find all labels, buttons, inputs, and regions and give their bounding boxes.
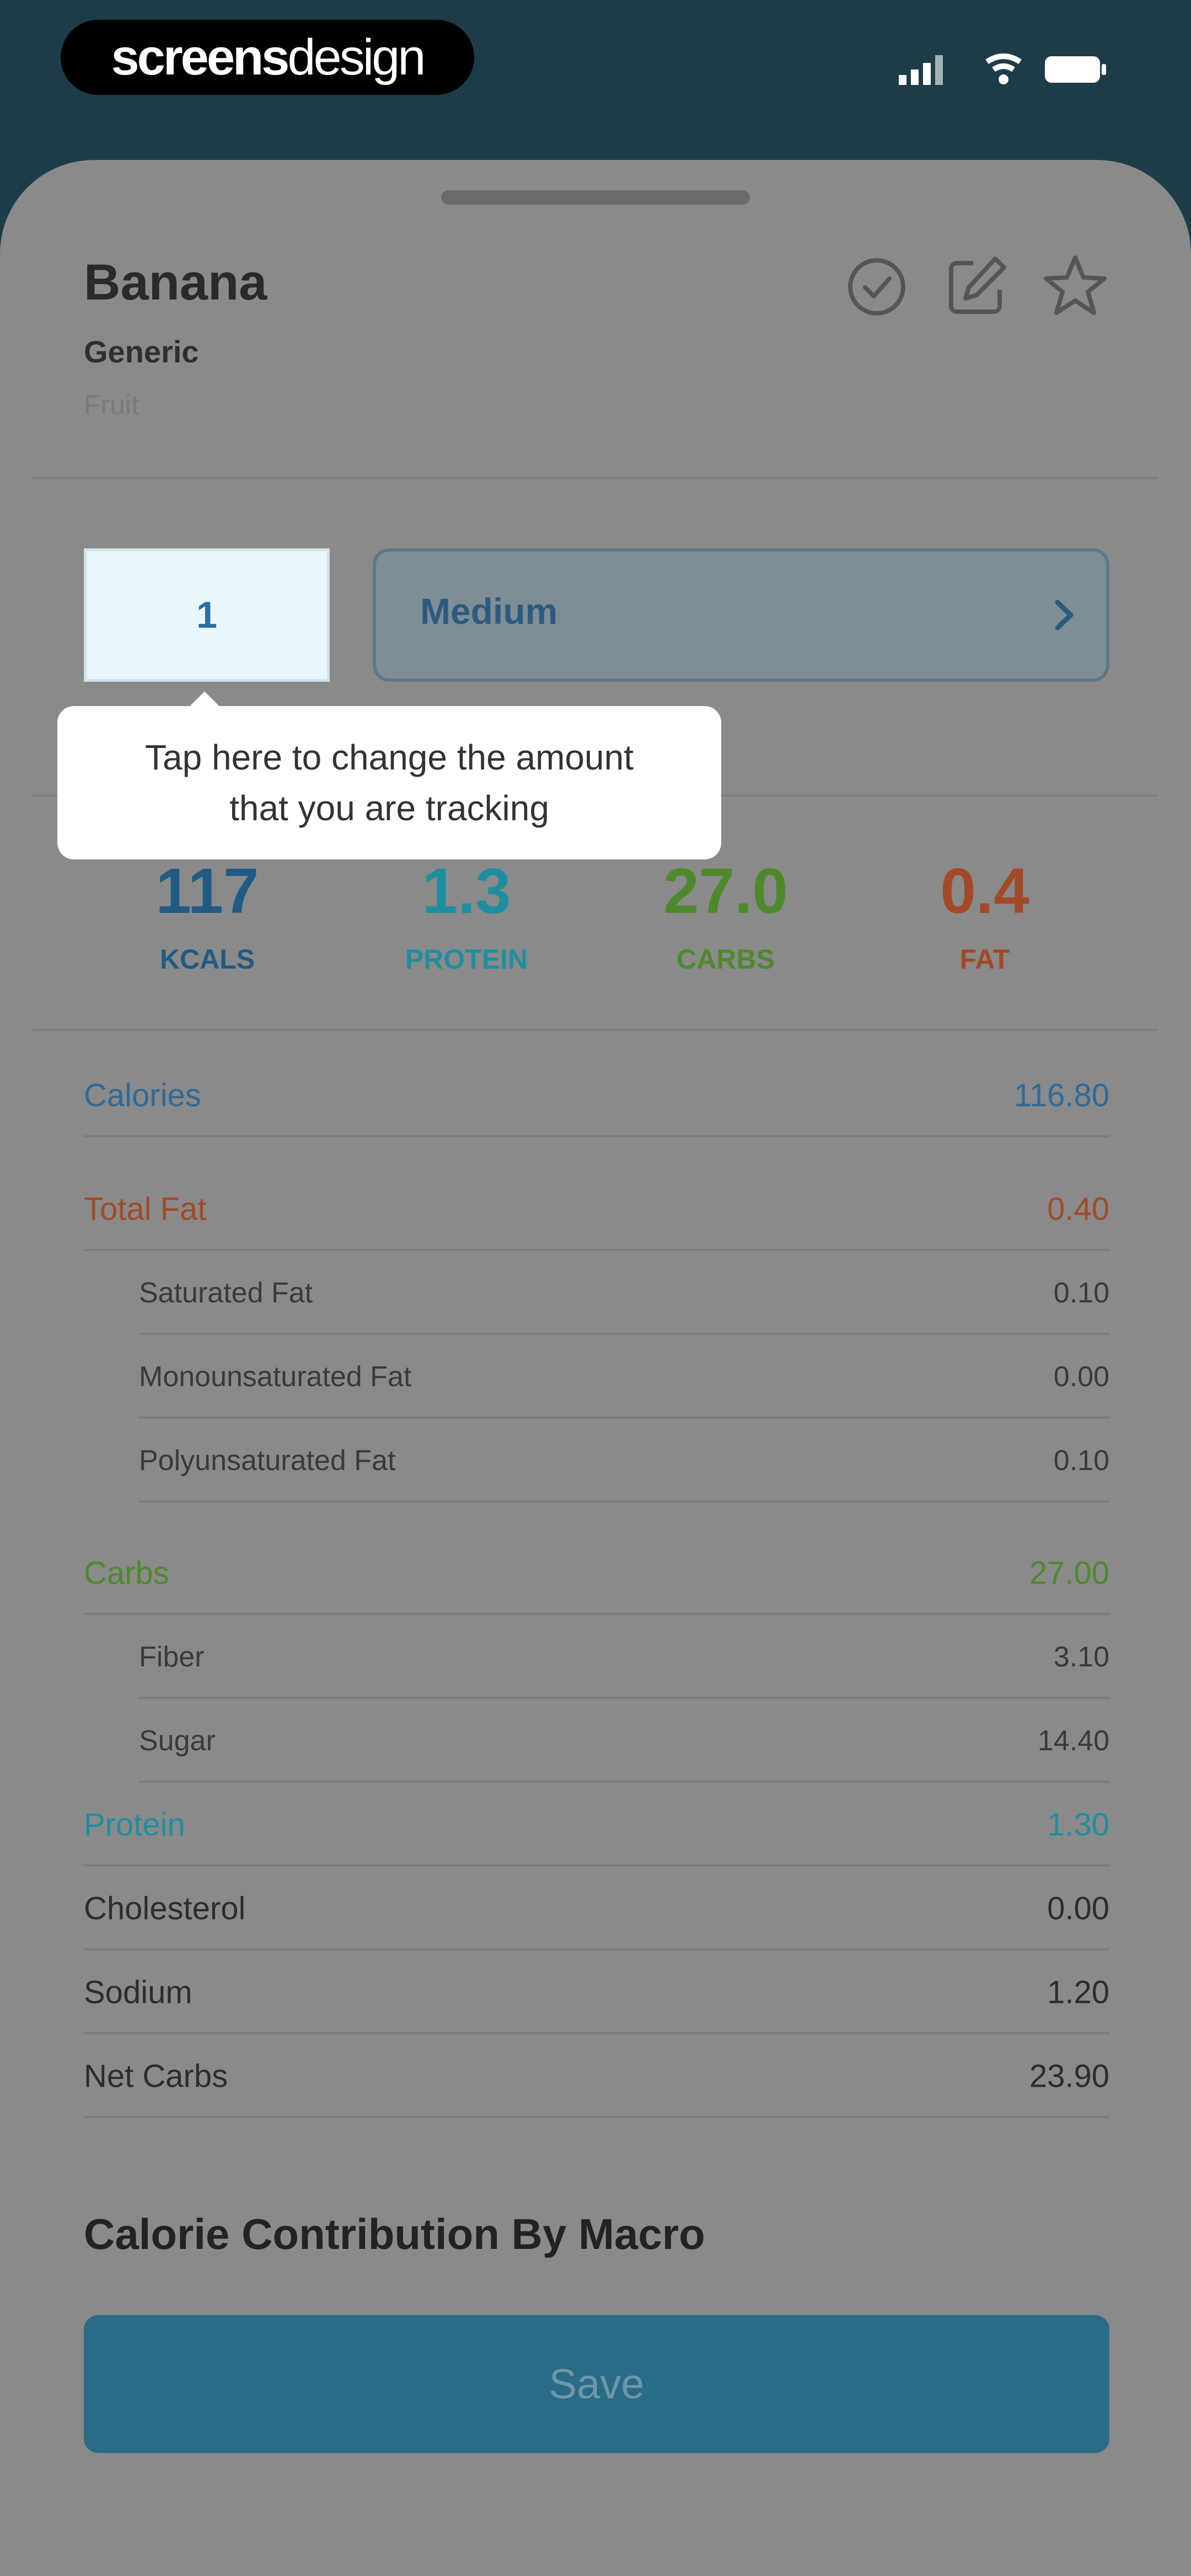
macro-kcals: 117 KCALS: [92, 849, 323, 975]
food-name: Banana: [84, 254, 267, 311]
nutrition-value: 0.00: [1047, 1890, 1109, 1927]
nutrition-label: Cholesterol: [84, 1890, 246, 1927]
nutrition-value: 3.10: [1053, 1641, 1109, 1673]
nutrition-row-calories: Calories 116.80: [84, 1054, 1109, 1137]
save-button[interactable]: Save: [84, 2315, 1109, 2453]
nutrition-label: Saturated Fat: [139, 1277, 313, 1309]
food-detail-sheet: Banana Generic Fruit 1 Medium 117 KCALS …: [0, 160, 1191, 2576]
chevron-right-icon: [1055, 600, 1074, 630]
nutrition-row-protein: Protein 1.30: [84, 1783, 1109, 1867]
nutrition-label: Calories: [84, 1077, 201, 1114]
serving-size-selector[interactable]: Medium: [373, 548, 1109, 682]
amount-tooltip[interactable]: Tap here to change the amount that you a…: [57, 706, 721, 859]
nutrition-value: 1.20: [1047, 1974, 1109, 2011]
calorie-contribution-title: Calorie Contribution By Macro: [84, 2210, 705, 2258]
nutrition-label: Sugar: [139, 1725, 216, 1757]
nutrition-row-monounsaturated-fat: Monounsaturated Fat 0.00: [84, 1335, 1109, 1419]
nutrition-row-sugar: Sugar 14.40: [84, 1699, 1109, 1783]
check-circle-icon[interactable]: [841, 251, 913, 323]
macro-value: 117: [155, 855, 259, 927]
nutrition-value: 14.40: [1037, 1725, 1109, 1757]
nutrition-label: Carbs: [84, 1555, 169, 1591]
screensdesign-logo: screens design: [61, 20, 474, 95]
macro-value: 27.0: [663, 855, 788, 927]
star-icon[interactable]: [1039, 251, 1111, 323]
sheet-drag-handle[interactable]: [441, 190, 750, 205]
nutrition-value: 0.10: [1053, 1277, 1109, 1309]
macro-label: KCALS: [159, 944, 255, 975]
amount-input[interactable]: 1: [84, 548, 330, 682]
nutrition-value: 116.80: [1013, 1077, 1109, 1114]
nutrition-row-total-fat: Total Fat 0.40: [84, 1167, 1109, 1251]
cellular-signal-icon: [899, 55, 943, 85]
nutrition-value: 0.00: [1053, 1361, 1109, 1393]
macro-value: 1.3: [422, 855, 511, 927]
nutrition-row-cholesterol: Cholesterol 0.00: [84, 1867, 1109, 1950]
nutrition-row-sodium: Sodium 1.20: [84, 1950, 1109, 2034]
macros-divider: [33, 1029, 1158, 1031]
macro-label: PROTEIN: [405, 944, 528, 975]
nutrition-row-carbs: Carbs 27.00: [84, 1531, 1109, 1615]
macro-value: 0.4: [940, 855, 1029, 927]
food-category: Fruit: [84, 389, 139, 420]
nutrition-label: Total Fat: [84, 1191, 207, 1227]
status-icons: [899, 54, 1106, 85]
logo-text-part1: screens: [111, 29, 290, 85]
macro-label: CARBS: [677, 944, 775, 975]
macro-label: FAT: [959, 944, 1010, 975]
nutrition-value: 0.40: [1047, 1191, 1109, 1227]
header-divider: [33, 477, 1158, 479]
wifi-icon: [985, 54, 1022, 84]
logo-text-part2: design: [287, 29, 426, 85]
nutrition-row-fiber: Fiber 3.10: [84, 1615, 1109, 1699]
battery-icon: [1045, 56, 1106, 83]
macro-protein: 1.3 PROTEIN: [351, 849, 582, 975]
nutrition-value: 1.30: [1047, 1807, 1109, 1843]
tooltip-line-1: Tap here to change the amount: [145, 737, 634, 777]
nutrition-label: Sodium: [84, 1974, 192, 2011]
nutrition-value: 0.10: [1053, 1445, 1109, 1477]
nutrition-label: Protein: [84, 1807, 185, 1843]
nutrition-row-net-carbs: Net Carbs 23.90: [84, 2034, 1109, 2118]
nutrition-value: 27.00: [1029, 1555, 1109, 1591]
food-brand: Generic: [84, 334, 199, 369]
nutrition-value: 23.90: [1029, 2058, 1109, 2094]
nutrition-row-saturated-fat: Saturated Fat 0.10: [84, 1251, 1109, 1335]
macro-fat: 0.4 FAT: [869, 849, 1101, 975]
nutrition-label: Net Carbs: [84, 2058, 228, 2094]
nutrition-row-polyunsaturated-fat: Polyunsaturated Fat 0.10: [84, 1419, 1109, 1503]
macro-carbs: 27.0 CARBS: [610, 849, 841, 975]
nutrition-label: Monounsaturated Fat: [139, 1361, 412, 1393]
nutrition-label: Fiber: [139, 1641, 205, 1673]
serving-size-label: Medium: [420, 591, 558, 632]
edit-icon[interactable]: [940, 251, 1012, 323]
nutrition-label: Polyunsaturated Fat: [139, 1445, 396, 1477]
tooltip-line-2: that you are tracking: [229, 788, 549, 828]
status-bar: screens design: [0, 0, 1191, 143]
